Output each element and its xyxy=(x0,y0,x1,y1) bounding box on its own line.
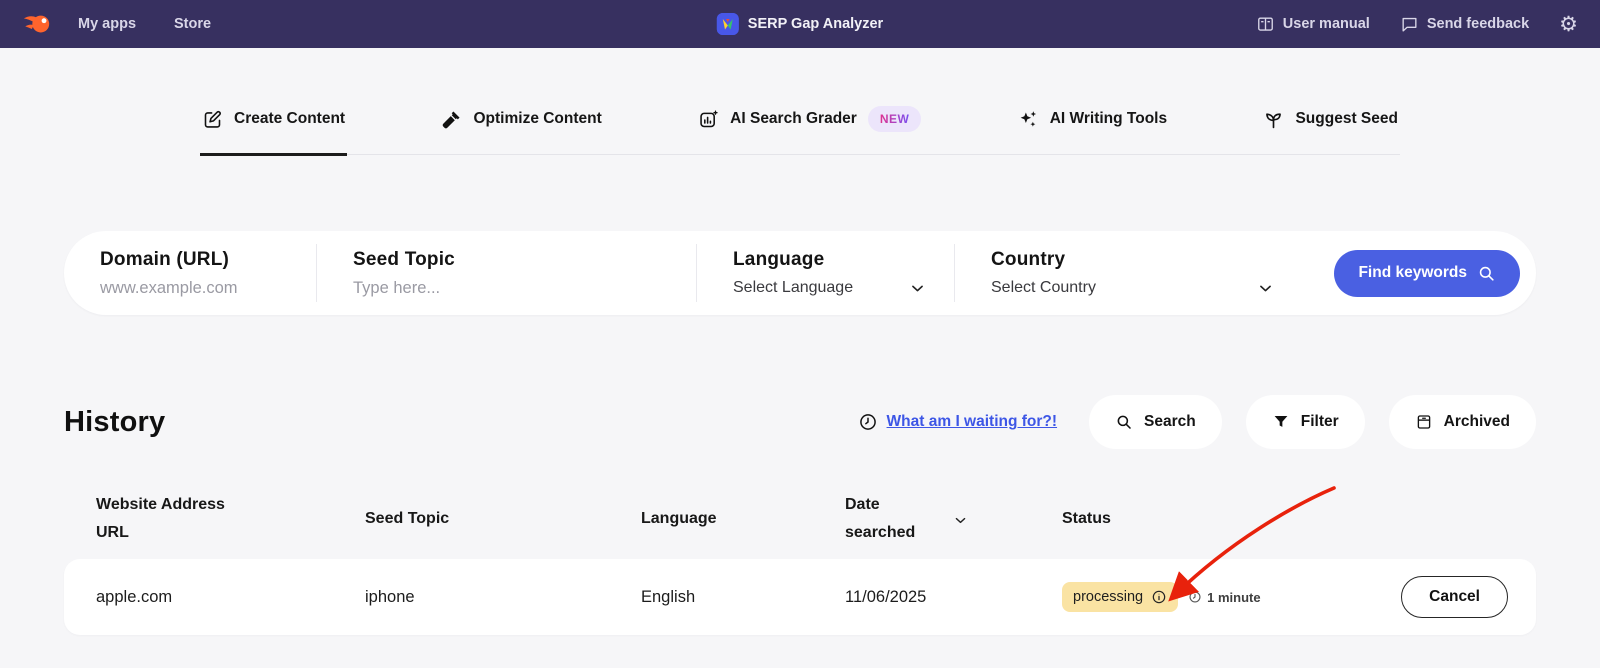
serp-gap-analyzer-app-icon xyxy=(716,13,739,35)
nav-store[interactable]: Store xyxy=(174,16,211,32)
cell-status: processing 1 minute xyxy=(1062,582,1362,612)
chevron-down-icon xyxy=(1260,285,1271,291)
keyword-search-form: Domain (URL) Seed Topic Language Select … xyxy=(64,231,1536,315)
domain-input[interactable] xyxy=(100,278,296,298)
history-table-header: Website Address URL Seed Topic Language … xyxy=(64,491,1536,547)
cell-seed-topic: iphone xyxy=(365,587,415,606)
tab-create-content[interactable]: Create Content xyxy=(200,106,348,156)
table-row: apple.com iphone English 11/06/2025 proc… xyxy=(64,559,1536,635)
language-label: Language xyxy=(733,249,825,270)
col-date-searched[interactable]: Date searched xyxy=(845,491,1062,547)
seed-topic-input[interactable] xyxy=(353,278,670,298)
cell-language: English xyxy=(641,587,696,606)
search-icon xyxy=(1479,266,1494,281)
cell-website: apple.com xyxy=(96,587,173,606)
seedling-icon xyxy=(1266,112,1282,128)
book-icon xyxy=(1257,16,1273,31)
grader-chart-icon xyxy=(700,110,718,127)
search-button[interactable]: Search xyxy=(1089,395,1222,449)
feedback-bubble-icon xyxy=(1402,17,1417,32)
tab-optimize-content[interactable]: Optimize Content xyxy=(439,106,603,154)
content-tabs: Create Content Optimize Content AI Searc… xyxy=(200,106,1400,156)
language-select[interactable]: Select Language xyxy=(733,279,944,297)
user-manual-button[interactable]: User manual xyxy=(1256,15,1370,34)
history-header: History What am I waiting for?! Search F… xyxy=(64,395,1536,449)
edit-icon xyxy=(204,110,221,128)
filter-funnel-icon xyxy=(1274,416,1288,427)
status-badge[interactable]: processing xyxy=(1062,582,1179,612)
clock-icon xyxy=(1189,591,1201,603)
settings-gear-icon[interactable]: ⚙ xyxy=(1559,14,1578,35)
new-badge: NEW xyxy=(867,106,922,132)
country-select[interactable]: Select Country xyxy=(991,279,1292,297)
history-title: History xyxy=(64,405,166,438)
archive-box-icon xyxy=(1417,415,1430,429)
cell-date: 11/06/2025 xyxy=(845,587,927,606)
domain-label: Domain (URL) xyxy=(100,248,230,270)
col-website-address: Website Address URL xyxy=(96,496,225,541)
topbar: My apps Store SERP Gap Analyzer User man… xyxy=(0,0,1600,48)
clock-icon xyxy=(859,414,876,430)
cancel-button[interactable]: Cancel xyxy=(1401,576,1508,618)
nav-my-apps[interactable]: My apps xyxy=(78,16,136,32)
col-status: Status xyxy=(1062,510,1111,527)
app-title-group: SERP Gap Analyzer xyxy=(716,13,884,35)
col-language: Language xyxy=(641,510,717,527)
col-seed-topic: Seed Topic xyxy=(365,510,450,527)
sparkles-icon xyxy=(1020,110,1036,127)
find-keywords-button[interactable]: Find keywords xyxy=(1334,249,1520,297)
seed-topic-label: Seed Topic xyxy=(353,248,455,270)
filter-button[interactable]: Filter xyxy=(1245,395,1365,449)
app-title: SERP Gap Analyzer xyxy=(747,16,884,32)
info-icon xyxy=(1152,590,1166,604)
tab-suggest-seed[interactable]: Suggest Seed xyxy=(1261,106,1400,154)
send-feedback-button[interactable]: Send feedback xyxy=(1400,15,1529,34)
topbar-nav: My apps Store xyxy=(78,16,211,32)
seed-topic-field: Seed Topic xyxy=(316,244,696,302)
domain-field: Domain (URL) xyxy=(64,244,316,302)
hammer-icon xyxy=(443,110,461,128)
waiting-info-link[interactable]: What am I waiting for?! xyxy=(858,412,1057,432)
archived-button[interactable]: Archived xyxy=(1388,395,1536,449)
sort-chevron-down-icon xyxy=(955,517,966,523)
tab-ai-writing-tools[interactable]: AI Writing Tools xyxy=(1016,106,1169,154)
language-field: Language Select Language xyxy=(696,244,954,302)
tab-ai-search-grader[interactable]: AI Search Grader NEW xyxy=(696,106,923,154)
topbar-actions: User manual Send feedback ⚙ xyxy=(1256,14,1578,35)
search-icon xyxy=(1117,415,1131,429)
chevron-down-icon xyxy=(912,285,923,291)
elapsed-time: 1 minute xyxy=(1188,590,1261,605)
semrush-logo-icon[interactable] xyxy=(22,9,52,39)
country-label: Country xyxy=(991,249,1066,270)
country-field: Country Select Country xyxy=(954,244,1302,302)
